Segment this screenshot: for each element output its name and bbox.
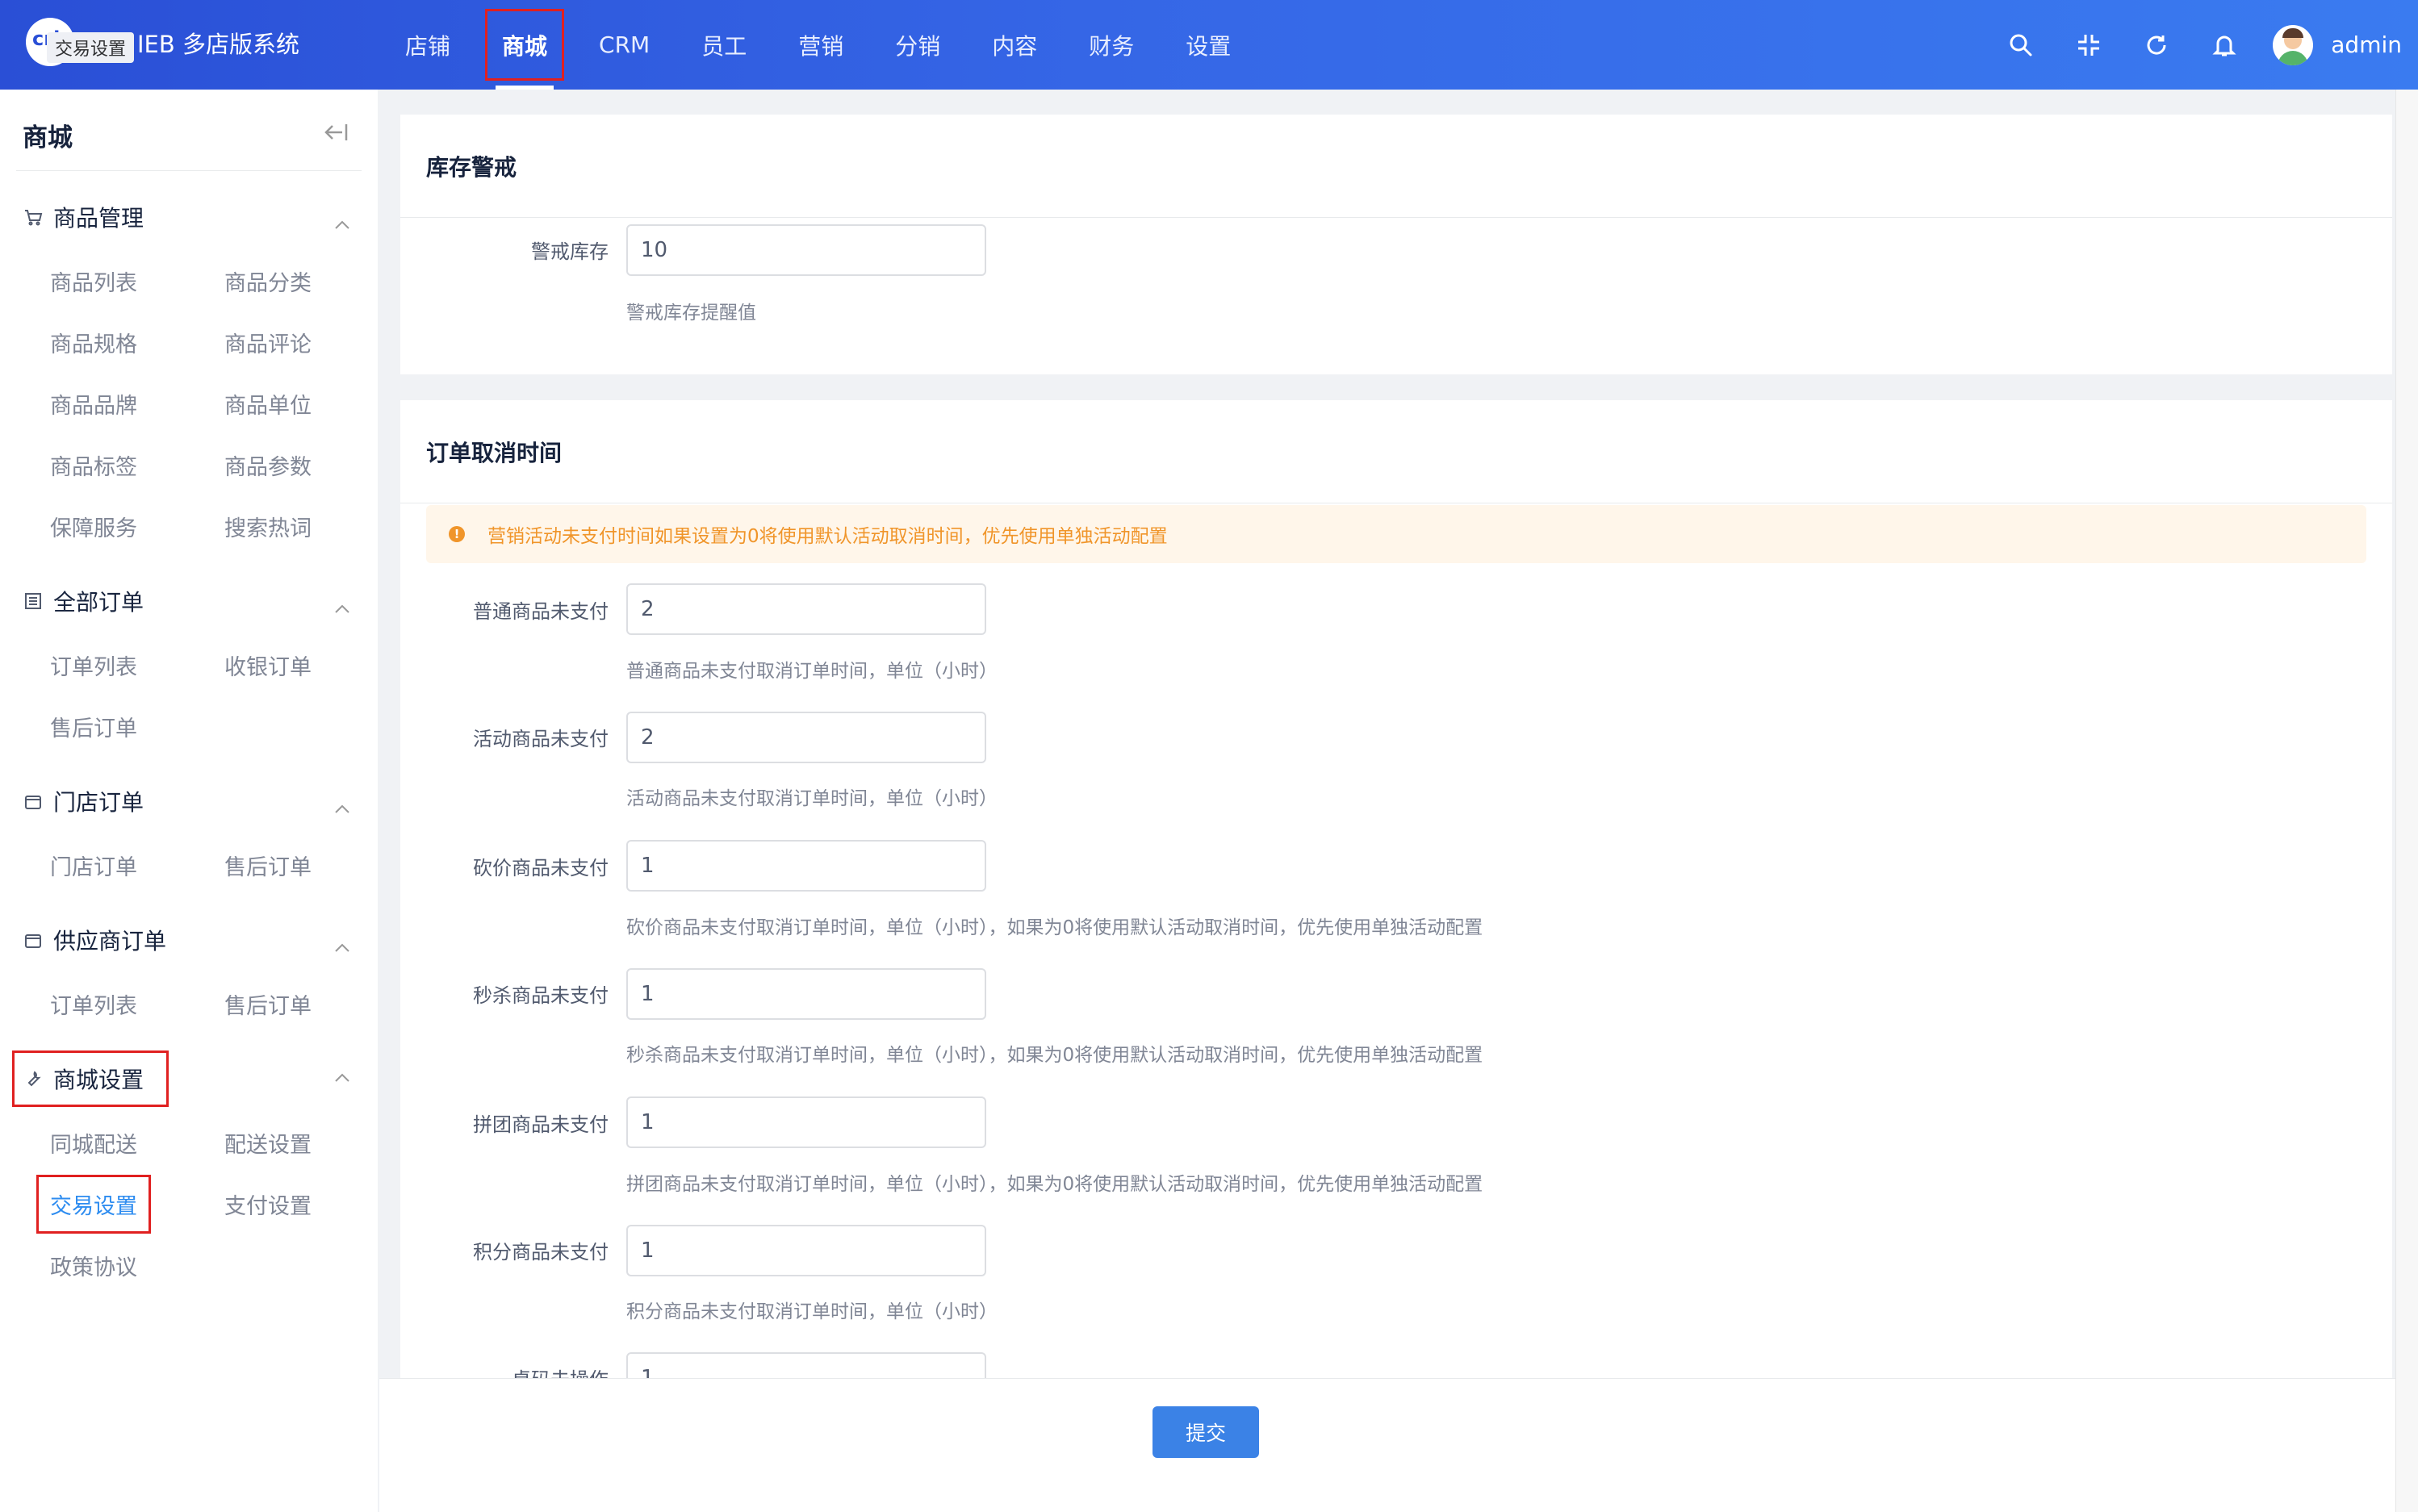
sidebar-item-guarantee[interactable]: 保障服务 bbox=[50, 511, 137, 542]
sidebar-item-payment-settings[interactable]: 支付设置 bbox=[224, 1188, 312, 1220]
sidebar-item-product-param[interactable]: 商品参数 bbox=[224, 449, 312, 481]
sidebar-item-cashier-order[interactable]: 收银订单 bbox=[224, 649, 312, 681]
stock-warning-input[interactable] bbox=[626, 224, 986, 276]
scrollbar[interactable] bbox=[2395, 90, 2418, 1512]
collapse-sidebar-icon[interactable] bbox=[323, 122, 349, 146]
refresh-icon[interactable] bbox=[2123, 0, 2190, 90]
bell-icon[interactable] bbox=[2190, 0, 2258, 90]
sidebar-group-orders[interactable]: 全部订单 bbox=[23, 583, 362, 619]
group-buy-unpaid-input[interactable] bbox=[626, 1096, 986, 1148]
nav-distribution[interactable]: 分销 bbox=[869, 0, 966, 90]
seckill-unpaid-input[interactable] bbox=[626, 968, 986, 1020]
tooltip: 交易设置 bbox=[47, 32, 135, 63]
sidebar-item-supplier-order-list[interactable]: 订单列表 bbox=[50, 988, 137, 1020]
sidebar-group-label: 全部订单 bbox=[53, 589, 144, 616]
sidebar-item-trade-settings[interactable]: 交易设置 bbox=[36, 1175, 151, 1234]
chevron-up-icon bbox=[334, 1071, 350, 1086]
sidebar-item-product-brand[interactable]: 商品品牌 bbox=[50, 388, 137, 420]
stock-hint: 警戒库存提醒值 bbox=[626, 303, 756, 324]
field-hint: 拼团商品未支付取消订单时间，单位（小时），如果为0将使用默认活动取消时间，优先使… bbox=[626, 1174, 1483, 1195]
field-label: 普通商品未支付 bbox=[473, 600, 609, 623]
card-title: 库存警戒 bbox=[400, 115, 2392, 218]
chevron-up-icon bbox=[334, 932, 350, 959]
sidebar-item-product-unit[interactable]: 商品单位 bbox=[224, 388, 312, 420]
warning-icon: ! bbox=[449, 526, 465, 542]
sidebar-group-label: 商品管理 bbox=[53, 205, 144, 232]
chevron-up-icon bbox=[334, 593, 350, 620]
nav-content[interactable]: 内容 bbox=[966, 0, 1063, 90]
sidebar-item-delivery-settings[interactable]: 配送设置 bbox=[224, 1127, 312, 1159]
activity-unpaid-input[interactable] bbox=[626, 712, 986, 763]
sidebar-group-supplier-orders[interactable]: 供应商订单 bbox=[23, 922, 362, 958]
field-hint: 积分商品未支付取消订单时间，单位（小时） bbox=[626, 1301, 998, 1322]
sidebar: 商城 商品管理 商品列表 商品分类 商品规格 商品评论 商品品牌 商品单位 商品… bbox=[0, 90, 378, 1512]
sidebar-item-product-list[interactable]: 商品列表 bbox=[50, 265, 137, 297]
header-actions: admin bbox=[1987, 0, 2402, 90]
wrench-icon bbox=[23, 1068, 44, 1089]
sidebar-item-supplier-after-sale[interactable]: 售后订单 bbox=[224, 988, 312, 1020]
nav-settings[interactable]: 设置 bbox=[1160, 0, 1257, 90]
footer-bar: 提交 bbox=[379, 1378, 2418, 1512]
sidebar-group-label: 供应商订单 bbox=[53, 928, 167, 954]
top-header: crl 交易设置 IEB 多店版系统 店铺 商城 CRM 员工 营销 分销 内容… bbox=[0, 0, 2418, 90]
field-hint: 秒杀商品未支付取消订单时间，单位（小时），如果为0将使用默认活动取消时间，优先使… bbox=[626, 1045, 1483, 1066]
sidebar-item-product-tag[interactable]: 商品标签 bbox=[50, 449, 137, 481]
field-label: 积分商品未支付 bbox=[473, 1241, 609, 1263]
sidebar-item-store-order[interactable]: 门店订单 bbox=[50, 850, 137, 881]
sidebar-item-city-delivery[interactable]: 同城配送 bbox=[50, 1127, 137, 1159]
chevron-up-icon bbox=[334, 793, 350, 820]
sidebar-group-label: 门店订单 bbox=[53, 789, 144, 816]
sidebar-item-store-after-sale[interactable]: 售后订单 bbox=[224, 850, 312, 881]
sidebar-group-label: 商城设置 bbox=[53, 1067, 144, 1093]
nav-mall[interactable]: 商城 bbox=[476, 0, 573, 90]
box-icon bbox=[23, 929, 44, 950]
card-title: 订单取消时间 bbox=[400, 400, 2392, 503]
box-icon bbox=[23, 791, 44, 812]
sidebar-group-mall-settings[interactable]: 商城设置 bbox=[12, 1050, 169, 1107]
sidebar-title: 商城 bbox=[23, 123, 73, 152]
field-label: 秒杀商品未支付 bbox=[473, 984, 609, 1007]
search-icon[interactable] bbox=[1987, 0, 2055, 90]
nav-marketing[interactable]: 营销 bbox=[772, 0, 869, 90]
sidebar-item-after-sale[interactable]: 售后订单 bbox=[50, 711, 137, 742]
normal-unpaid-input[interactable] bbox=[626, 583, 986, 635]
sidebar-item-policy[interactable]: 政策协议 bbox=[50, 1250, 137, 1281]
sidebar-item-product-spec[interactable]: 商品规格 bbox=[50, 327, 137, 358]
sidebar-item-product-category[interactable]: 商品分类 bbox=[224, 265, 312, 297]
chevron-up-icon bbox=[334, 209, 350, 236]
sidebar-group-store-orders[interactable]: 门店订单 bbox=[23, 783, 362, 819]
alert-text: 营销活动未支付时间如果设置为0将使用默认活动取消时间，优先使用单独活动配置 bbox=[487, 526, 1168, 547]
system-title: IEB 多店版系统 bbox=[137, 31, 299, 58]
nav-finance[interactable]: 财务 bbox=[1063, 0, 1160, 90]
sidebar-group-products[interactable]: 商品管理 bbox=[23, 199, 362, 235]
username[interactable]: admin bbox=[2331, 31, 2402, 58]
list-icon bbox=[23, 591, 44, 612]
cart-icon bbox=[23, 207, 44, 228]
sidebar-item-order-list[interactable]: 订单列表 bbox=[50, 649, 137, 681]
sidebar-item-hot-search[interactable]: 搜索热词 bbox=[224, 511, 312, 542]
submit-button[interactable]: 提交 bbox=[1153, 1406, 1259, 1458]
alert-banner: ! 营销活动未支付时间如果设置为0将使用默认活动取消时间，优先使用单独活动配置 bbox=[426, 505, 2366, 563]
avatar[interactable] bbox=[2273, 24, 2314, 65]
sidebar-item-product-review[interactable]: 商品评论 bbox=[224, 327, 312, 358]
top-nav: 店铺 商城 CRM 员工 营销 分销 内容 财务 设置 bbox=[379, 0, 1257, 90]
field-label: 砍价商品未支付 bbox=[473, 857, 609, 879]
points-unpaid-input[interactable] bbox=[626, 1225, 986, 1276]
field-hint: 砍价商品未支付取消订单时间，单位（小时），如果为0将使用默认活动取消时间，优先使… bbox=[626, 917, 1483, 938]
nav-crm[interactable]: CRM bbox=[573, 0, 676, 90]
field-hint: 活动商品未支付取消订单时间，单位（小时） bbox=[626, 788, 998, 809]
field-hint: 普通商品未支付取消订单时间，单位（小时） bbox=[626, 661, 998, 682]
compress-icon[interactable] bbox=[2055, 0, 2123, 90]
field-label: 活动商品未支付 bbox=[473, 728, 609, 750]
nav-staff[interactable]: 员工 bbox=[676, 0, 772, 90]
field-label: 拼团商品未支付 bbox=[473, 1113, 609, 1136]
stock-label: 警戒库存 bbox=[531, 240, 609, 263]
bargain-unpaid-input[interactable] bbox=[626, 840, 986, 892]
nav-store[interactable]: 店铺 bbox=[379, 0, 476, 90]
